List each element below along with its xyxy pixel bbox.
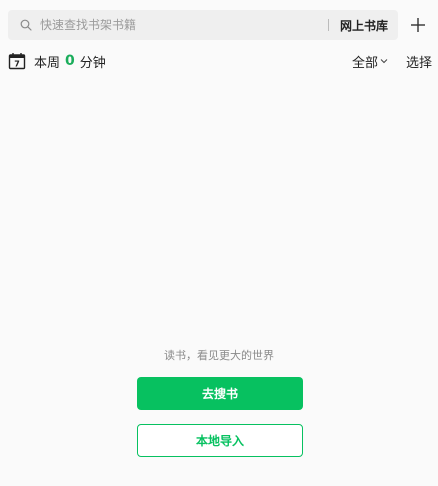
search-divider bbox=[327, 19, 329, 31]
filter-dropdown[interactable]: 全部 bbox=[352, 52, 388, 71]
chevron-down-icon bbox=[380, 57, 388, 65]
search-bar: 网上书库 bbox=[8, 10, 398, 40]
week-minutes-value: 0 bbox=[65, 53, 75, 69]
select-button[interactable]: 选择 bbox=[406, 52, 432, 71]
search-books-button[interactable]: 去搜书 bbox=[137, 377, 303, 410]
local-import-button[interactable]: 本地导入 bbox=[137, 424, 303, 457]
week-label: 本周 bbox=[34, 55, 61, 71]
empty-state-message: 读书，看见更大的世界 bbox=[164, 349, 274, 362]
calendar-icon: 7 bbox=[8, 52, 26, 70]
search-icon bbox=[12, 10, 40, 40]
calendar-day: 7 bbox=[14, 60, 20, 69]
filter-selected-label: 全部 bbox=[351, 55, 378, 71]
week-minutes-unit: 分钟 bbox=[79, 55, 106, 71]
online-store-link[interactable]: 网上书库 bbox=[340, 17, 388, 34]
search-input[interactable] bbox=[40, 10, 324, 40]
shelf-controls: 全部 选择 bbox=[352, 50, 432, 72]
add-button[interactable] bbox=[404, 10, 432, 40]
weekly-reading-stats[interactable]: 7 本周 0 分钟 bbox=[8, 50, 106, 72]
plus-icon bbox=[411, 18, 425, 32]
